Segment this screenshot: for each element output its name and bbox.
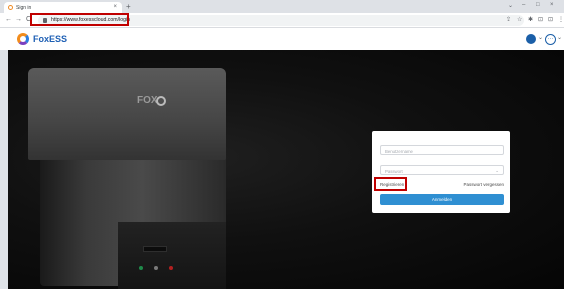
bookmark-star-icon[interactable]: ☆ xyxy=(517,16,522,23)
tab-close-icon[interactable]: × xyxy=(113,4,117,10)
brand-name: FoxESS xyxy=(33,34,68,44)
extensions-icon[interactable]: ✱ xyxy=(528,16,533,23)
tab-search-icon[interactable]: ⌄ xyxy=(508,2,513,9)
username-field[interactable]: Benutzername xyxy=(380,145,504,155)
register-highlight-box xyxy=(374,177,407,191)
forgot-password-link[interactable]: Passwort vergessen xyxy=(463,182,504,187)
foxess-logo-icon xyxy=(17,33,29,45)
forward-button[interactable]: → xyxy=(15,16,22,23)
language-caret-icon[interactable]: ⌄ xyxy=(538,34,543,41)
minimize-button[interactable]: – xyxy=(522,2,525,8)
share-icon[interactable]: ⇪ xyxy=(506,16,511,23)
inverter-display xyxy=(143,246,167,252)
inverter-logo-icon xyxy=(156,96,166,106)
chevron-down-icon[interactable]: ⌄ xyxy=(495,168,499,174)
inverter-lower-panel xyxy=(118,222,226,289)
login-button[interactable]: Anmelden xyxy=(380,194,504,205)
username-placeholder: Benutzername xyxy=(385,148,413,154)
new-tab-button[interactable]: + xyxy=(126,2,131,11)
maximize-button[interactable]: □ xyxy=(536,2,540,8)
led-green-icon xyxy=(139,266,143,270)
led-grey-icon xyxy=(154,266,158,270)
led-red-icon xyxy=(169,266,173,270)
app-header: FoxESS ⌄ ··· ⌄ xyxy=(0,28,564,50)
fox-favicon-icon xyxy=(8,5,13,10)
more-caret-icon[interactable]: ⌄ xyxy=(557,34,562,41)
inverter-top-panel xyxy=(28,68,226,160)
close-window-button[interactable]: × xyxy=(550,2,554,8)
inverter-logo: FOX xyxy=(137,95,158,106)
tab-title: Sign in xyxy=(16,5,32,11)
language-globe-icon[interactable] xyxy=(526,34,536,44)
side-panel-icon[interactable]: ⊡ xyxy=(538,16,543,23)
password-field[interactable]: Passwort ⌄ xyxy=(380,165,504,175)
browser-tab[interactable]: Sign in × xyxy=(4,2,122,13)
password-placeholder: Passwort xyxy=(385,168,403,174)
browser-tab-bar: Sign in × + ⌄ – □ × xyxy=(0,0,564,13)
back-button[interactable]: ← xyxy=(5,16,12,23)
url-highlight-box xyxy=(30,13,129,26)
more-menu-button[interactable]: ··· xyxy=(545,34,556,45)
profile-icon[interactable]: ⊡ xyxy=(548,16,553,23)
browser-menu-icon[interactable]: ⋮ xyxy=(558,16,564,23)
login-card: Benutzername Passwort ⌄ Registrieren Pas… xyxy=(372,131,510,213)
